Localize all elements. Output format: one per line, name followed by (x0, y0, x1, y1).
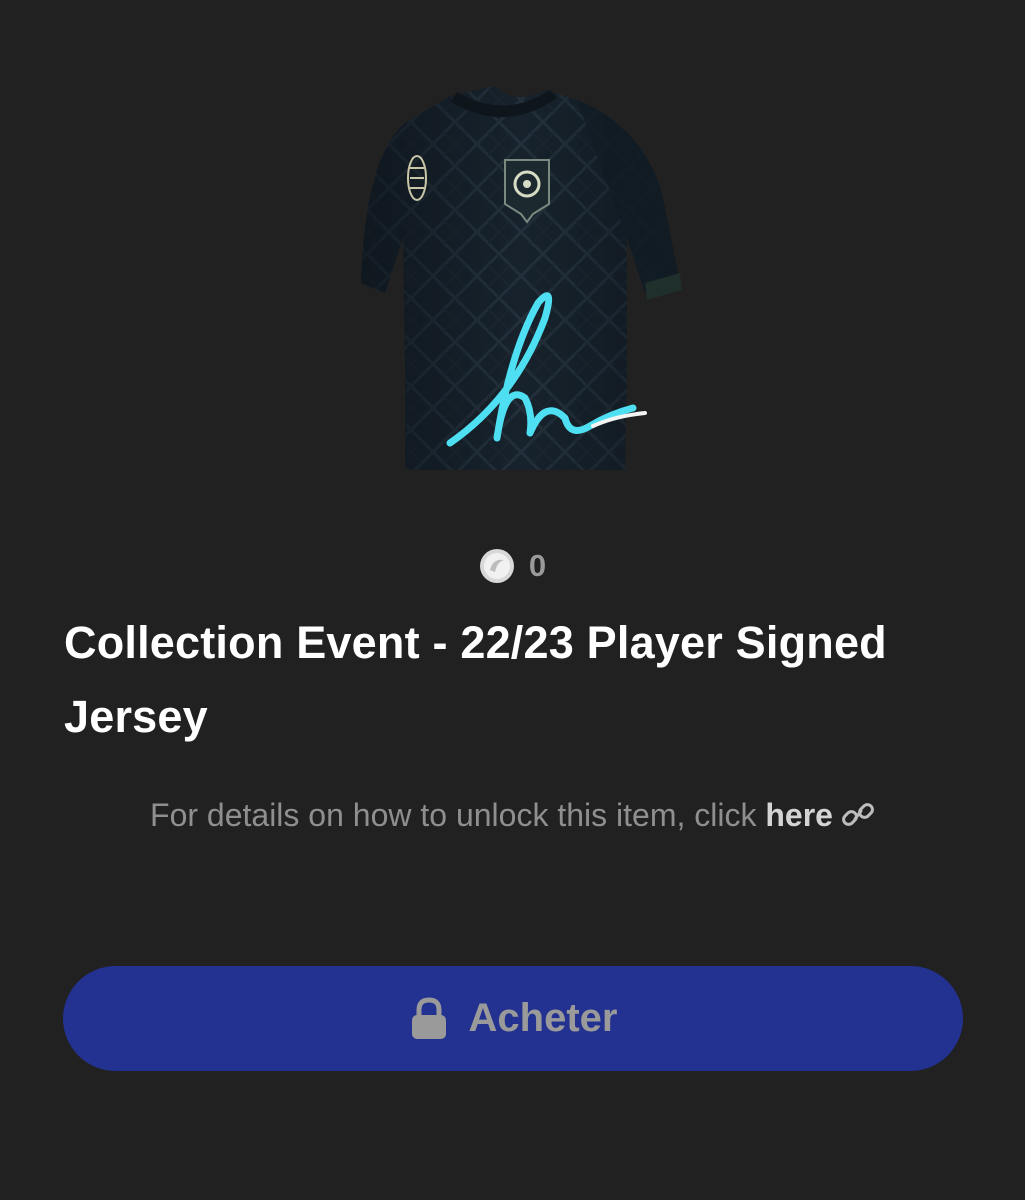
unlock-details: For details on how to unlock this item, … (0, 792, 1025, 838)
coin-icon (479, 549, 514, 583)
product-screen: 0 Collection Event - 22/23 Player Signed… (0, 0, 1025, 1200)
buy-button-label: Acheter (468, 996, 618, 1040)
product-title: Collection Event - 22/23 Player Signed J… (64, 617, 887, 742)
price-row: 0 (0, 548, 1025, 584)
lock-icon (411, 996, 446, 1039)
product-image (345, 78, 685, 473)
link-icon[interactable] (841, 801, 875, 829)
details-text: For details on how to unlock this item, … (150, 797, 766, 833)
details-link[interactable]: here (765, 797, 833, 833)
buy-button[interactable]: Acheter (63, 966, 963, 1071)
price-value: 0 (528, 548, 547, 583)
